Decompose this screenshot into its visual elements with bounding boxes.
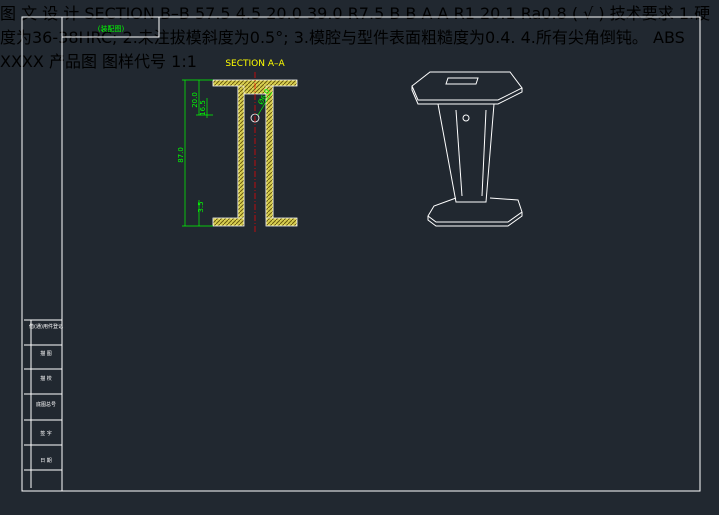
left-label-5: 签 字 [40,430,52,437]
dim-aa-20: 20.0 [191,92,199,108]
corner-tag: (装配图) [98,24,125,33]
dim-aa-16-5: 16.5 [199,100,207,116]
isometric-view [411,71,523,227]
left-label-3: 描 校 [40,375,52,382]
dim-aa-3-5: 3.5 [197,201,205,212]
section-aa-title: SECTION A–A [225,59,285,69]
left-label-6: 日 期 [40,458,52,464]
cad-drawing: (装配图) 借(通)用件登记 描 图 描 校 底图总号 签 字 日 期 SECT… [21,16,701,492]
dim-aa-87: 87.0 [177,147,185,163]
section-aa-view: 20.0 16.5 Ø6.0 87.0 3.5 [177,72,298,232]
drawing-frame [21,16,701,492]
left-label-2: 描 图 [40,350,52,357]
left-label-1: 借(通)用件登记 [29,323,63,330]
left-label-4: 底图总号 [36,401,56,408]
